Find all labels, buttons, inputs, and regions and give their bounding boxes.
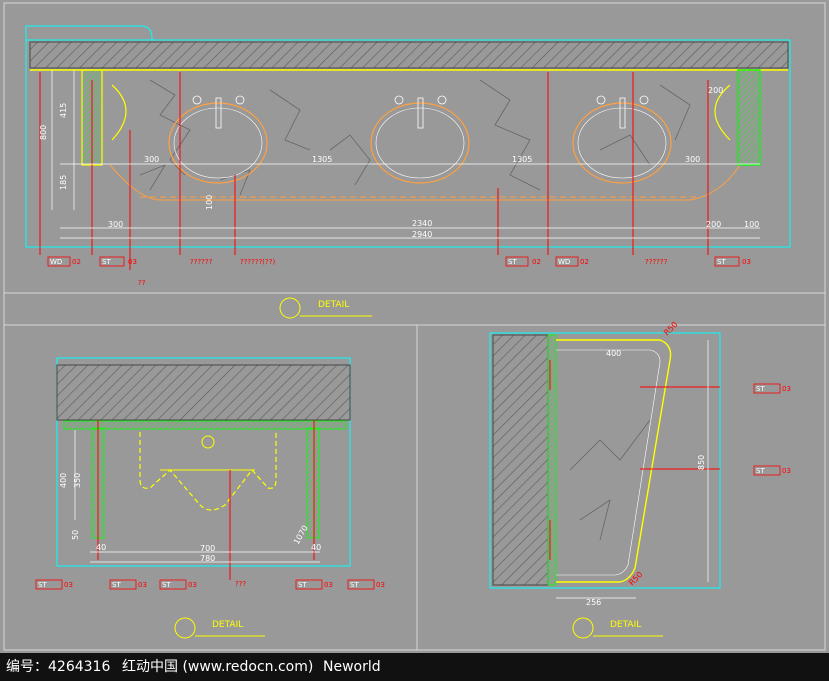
tag-st03-b: ST 03	[714, 256, 751, 267]
tag-wd02-b: WD 02	[555, 256, 589, 267]
dim-right-offset: 300	[685, 155, 700, 164]
leader-lines	[39, 72, 709, 270]
svg-text:ST: ST	[508, 258, 517, 266]
right-section	[489, 332, 721, 599]
svg-text:WD: WD	[558, 258, 570, 266]
dim-small-b: 40	[96, 543, 106, 552]
elevation-outline	[25, 39, 791, 248]
svg-text:ST: ST	[38, 581, 47, 589]
vanity-profile	[556, 339, 672, 583]
basin-center	[370, 95, 470, 184]
panel-frames	[3, 2, 826, 651]
tag-left-4: ST 03	[295, 579, 333, 590]
detail-label-main: DETAIL	[318, 300, 349, 310]
tag-left-1: ST 03	[35, 579, 73, 590]
right-wall-panel	[737, 69, 761, 166]
elevation-top-corner	[25, 25, 153, 40]
svg-text:ST: ST	[350, 581, 359, 589]
tag-wd02-a: WD 02	[47, 256, 81, 267]
svg-text:02: 02	[580, 258, 589, 266]
note-3: ??????(??)	[240, 258, 275, 266]
dim-outer-width: 780	[200, 554, 215, 563]
dim-small-a: 50	[71, 530, 80, 540]
note-1: ??	[138, 279, 146, 287]
svg-text:ST: ST	[717, 258, 726, 266]
tag-right-1: ST 03	[753, 383, 791, 394]
svg-text:WD: WD	[50, 258, 62, 266]
detail-circle-icon	[572, 617, 594, 639]
svg-text:03: 03	[782, 385, 791, 393]
dim-height-a: 400	[59, 473, 68, 488]
detail-label-right: DETAIL	[610, 620, 641, 630]
svg-text:03: 03	[64, 581, 73, 589]
dim-left-height-lower: 185	[59, 175, 68, 190]
right-section-wall	[492, 334, 549, 586]
left-bracket	[111, 84, 127, 141]
svg-text:ST: ST	[756, 385, 765, 393]
dim-inner-width: 700	[200, 544, 215, 553]
detail-label-left: DETAIL	[212, 620, 243, 630]
svg-text:03: 03	[138, 581, 147, 589]
dim-drop: 100	[205, 195, 214, 210]
svg-text:02: 02	[72, 258, 81, 266]
cad-drawing: 800 415 185 300 1305 1305 300 200 100 30…	[3, 2, 826, 651]
svg-text:03: 03	[324, 581, 333, 589]
dim-radius-top: R50	[662, 320, 680, 338]
dim-right-bottom-b: 100	[744, 220, 759, 229]
basin-section	[139, 432, 277, 511]
svg-text:03: 03	[128, 258, 137, 266]
svg-text:ST: ST	[112, 581, 121, 589]
dimension-lines	[51, 70, 760, 239]
main-elevation	[25, 25, 791, 270]
note-2: ??????	[190, 258, 213, 266]
dim-top-width: 400	[606, 349, 621, 358]
dim-bottom-width: 256	[586, 598, 601, 607]
dim-gap-right: 1305	[512, 155, 532, 164]
countertop-hatch	[29, 41, 789, 69]
detail-circle-icon	[174, 617, 196, 639]
svg-text:ST: ST	[162, 581, 171, 589]
tag-left-2: ST 03	[109, 579, 147, 590]
svg-text:ST: ST	[102, 258, 111, 266]
tag-left-3: ST 03	[159, 579, 197, 590]
detail-circle-icon	[279, 297, 301, 319]
svg-text:03: 03	[782, 467, 791, 475]
svg-text:ST: ST	[756, 467, 765, 475]
dim-left-height-total: 800	[39, 125, 48, 140]
svg-text:03: 03	[188, 581, 197, 589]
watermark-author: Neworld	[323, 659, 381, 675]
dim-overall-span: 2940	[412, 230, 432, 239]
dim-small-c: 40	[311, 543, 321, 552]
tag-st03-a: ST 03	[99, 256, 137, 267]
tag-right-2: ST 03	[753, 465, 791, 476]
watermark-id: 编号：4264316	[6, 659, 111, 675]
note-left: ???	[235, 580, 246, 588]
dim-right-top: 200	[708, 86, 723, 95]
dim-height: 850	[697, 455, 706, 470]
svg-text:03: 03	[376, 581, 385, 589]
watermark-bar: 编号：4264316 红动中国 (www.redocn.com) Neworld	[0, 653, 829, 681]
svg-text:ST: ST	[298, 581, 307, 589]
dim-left-offset: 300	[144, 155, 159, 164]
right-leg	[306, 427, 320, 539]
basin-right	[572, 95, 672, 184]
dim-height-b: 350	[73, 473, 82, 488]
svg-text:02: 02	[532, 258, 541, 266]
note-4: ??????	[645, 258, 668, 266]
dim-bottom-left: 300	[108, 220, 123, 229]
tag-st02: ST 02	[505, 256, 541, 267]
svg-text:03: 03	[742, 258, 751, 266]
dim-radius-bottom: R50	[627, 570, 645, 588]
tag-left-5: ST 03	[347, 579, 385, 590]
dim-right-bottom-a: 200	[706, 220, 721, 229]
watermark-site: 红动中国 (www.redocn.com)	[122, 659, 314, 675]
left-section-hatch	[56, 364, 351, 421]
dim-left-height-upper: 415	[59, 103, 68, 118]
dim-gap-left: 1305	[312, 155, 332, 164]
dim-inner-span: 2340	[412, 219, 432, 228]
